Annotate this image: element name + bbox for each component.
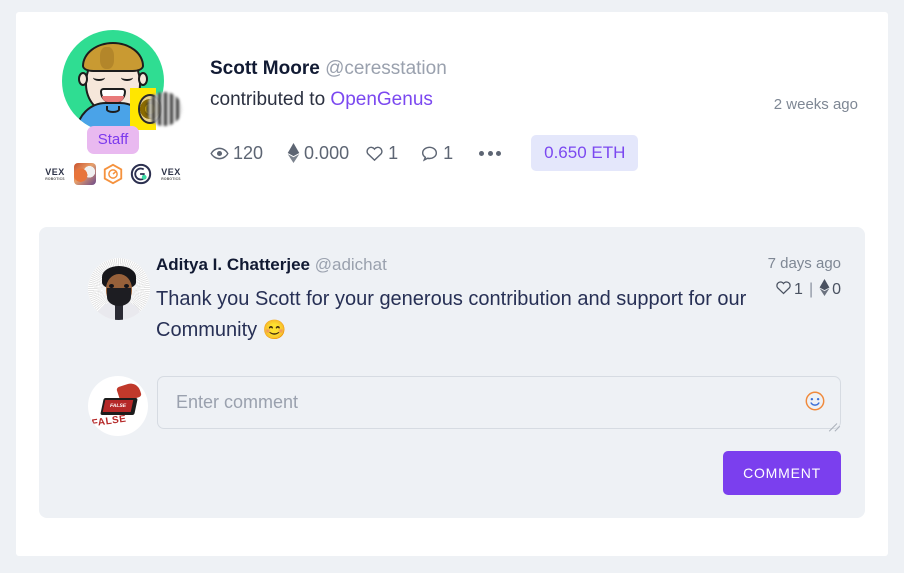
comment-input[interactable] [174,377,788,428]
post-body: Scott Moore @ceresstation contributed to… [210,56,858,171]
comment-item: Aditya I. Chatterjee @adichat Thank you … [39,227,865,341]
avatar-hair [82,42,144,72]
comments-panel: Aditya I. Chatterjee @adichat Thank you … [39,227,865,518]
eth-amount-stat[interactable]: 0.000 [287,143,349,164]
post-timestamp: 2 weeks ago [773,96,858,113]
orange-hexagon-badge[interactable] [102,163,124,185]
textarea-resize-handle[interactable] [825,413,841,432]
vex-badge-label: VEX [45,166,65,177]
comment-text: Thank you Scott for your generous contri… [156,288,747,341]
smiling-face-emoji: 😊 [262,320,287,341]
views-stat[interactable]: 120 [210,143,263,164]
views-count: 120 [233,142,264,163]
avatar-ear-right [138,72,148,86]
post-action-line: contributed to OpenGenus [210,85,858,115]
heart-icon[interactable] [775,279,792,301]
post-author-name[interactable]: Scott Moore [210,58,320,79]
post-author-line: Scott Moore @ceresstation [210,56,858,82]
comment-timestamp: 7 days ago [767,255,841,272]
fox-artwork-badge[interactable] [74,163,96,185]
activity-card: Staff VEX ROBOTICS VEX ROBOTICS Scott Mo… [16,12,888,556]
post-author-avatar-column: Staff VEX ROBOTICS VEX ROBOTICS [43,30,183,185]
comment-author-handle[interactable]: @adichat [315,255,387,274]
avatar-wrapper [62,30,182,132]
comment-avatar-tie [115,304,123,320]
vex-badge-sublabel: ROBOTICS [45,176,65,181]
heart-icon [365,144,384,163]
avatar-chin [106,106,120,113]
avatar-overlay-badge [130,88,182,130]
comment-author-name[interactable]: Aditya I. Chatterjee [156,255,310,274]
comment-eth-count: 0 [832,281,841,298]
page-root: Staff VEX ROBOTICS VEX ROBOTICS Scott Mo… [0,0,904,573]
comments-count: 1 [443,142,454,163]
comment-likes-count: 1 [794,281,803,298]
speech-bubble-icon [420,144,439,163]
eth-amount-value: 0.000 [304,142,350,163]
comment-input-box[interactable] [157,376,841,432]
avatar-eye-left [93,74,105,81]
blurred-badge-icon [146,92,182,126]
current-user-avatar[interactable]: FALSE FALSE [88,376,148,436]
vex-badge-2-label: VEX [161,166,181,177]
post-stats-row: 120 0.000 1 1 0.650 ETH [210,135,858,171]
comment-avatar-eyes [109,284,129,288]
post-author-handle[interactable]: @ceresstation [325,58,447,79]
eye-icon [210,144,229,163]
stamp-red-face: FALSE [102,400,134,412]
comment-reactions: 1 | 0 [768,279,841,301]
likes-count: 1 [388,142,399,163]
vex-robotics-badge-2[interactable]: VEX ROBOTICS [158,164,184,184]
ellipsis-icon[interactable] [479,150,502,156]
smiley-face-icon[interactable] [804,390,826,412]
contribution-amount-badge: 0.650 ETH [531,135,639,171]
submit-comment-button[interactable]: COMMENT [723,451,841,495]
vex-badge-2-sublabel: ROBOTICS [161,176,181,181]
comment-author-avatar[interactable] [88,258,150,320]
comment-text-block: Thank you Scott for your generous contri… [156,284,756,346]
dark-circle-badge[interactable] [130,163,152,185]
ethereum-icon [287,143,300,163]
likes-stat[interactable]: 1 [365,143,398,164]
comments-stat[interactable]: 1 [420,143,453,164]
project-link[interactable]: OpenGenus [330,89,432,110]
comment-body: Aditya I. Chatterjee @adichat Thank you … [156,253,841,346]
ethereum-icon[interactable] [819,279,830,301]
avatar-ear-left [78,72,88,86]
stamp-imprint-text: FALSE [91,413,127,430]
comment-meta: 7 days ago 1 | 0 [768,255,841,301]
avatar-eye-right [121,74,133,81]
comment-avatar-beard [107,288,131,306]
post-action-text: contributed to [210,89,326,110]
vex-robotics-badge[interactable]: VEX ROBOTICS [42,164,68,184]
mini-badges-row: VEX ROBOTICS VEX ROBOTICS [42,163,184,185]
reaction-separator: | [808,281,814,298]
comment-author-line: Aditya I. Chatterjee @adichat [156,253,841,277]
staff-badge: Staff [86,126,140,154]
